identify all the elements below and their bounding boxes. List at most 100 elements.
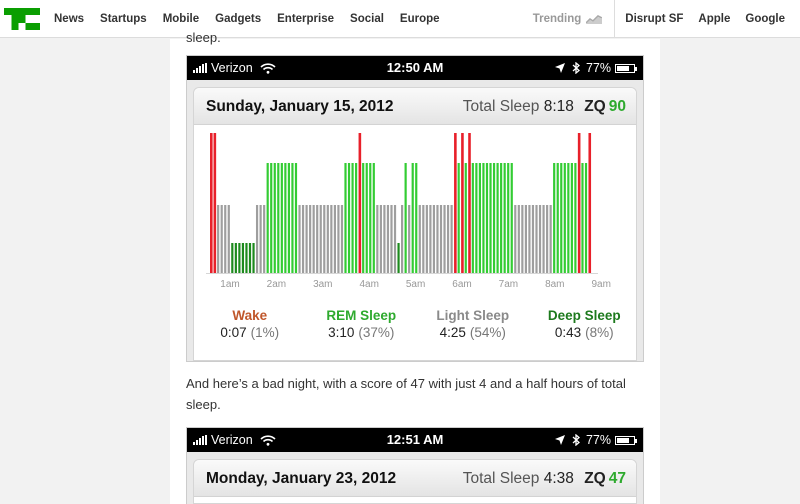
sleep-bar-rem <box>464 163 467 273</box>
legend-wake: Wake 0:07 (1%) <box>194 308 306 340</box>
sleep-bar-wake <box>577 133 581 273</box>
legend-rem: REM Sleep 3:10 (37%) <box>306 308 418 340</box>
article-text-fragment: sleep. <box>186 30 221 45</box>
sleep-bar-rem <box>270 163 273 273</box>
legend-wake-pct: (1%) <box>250 325 280 340</box>
top-nav: News Startups Mobile Gadgets Enterprise … <box>0 0 800 38</box>
sleep-bar-light <box>422 205 425 273</box>
zq-label: ZQ <box>584 470 606 487</box>
sleep-bar-light <box>340 205 344 273</box>
sleep-bar-light <box>298 205 301 273</box>
techcrunch-logo[interactable] <box>2 0 42 38</box>
sleep-bar-light <box>323 205 326 273</box>
location-arrow-icon <box>554 435 565 445</box>
sleep-card-header: Sunday, January 15, 2012 Total Sleep 8:1… <box>194 88 636 125</box>
sleep-bar-light <box>436 205 439 273</box>
legend-light-pct: (54%) <box>469 325 506 340</box>
legend-light-time: 4:25 <box>439 325 466 340</box>
trending-toggle[interactable]: Trending <box>533 0 616 38</box>
x-tick-label: 7am <box>499 279 518 290</box>
sleep-bar-light <box>376 205 379 273</box>
sleep-bar-rem <box>489 163 492 273</box>
sleep-bar-rem <box>482 163 485 273</box>
sleep-bar-light <box>312 205 315 273</box>
legend-wake-name: Wake <box>232 308 268 323</box>
total-sleep-label: Total Sleep <box>462 470 540 487</box>
trending-link-disrupt-sf[interactable]: Disrupt SF <box>625 13 683 25</box>
sleep-bar-light <box>386 205 390 273</box>
nav-link-enterprise[interactable]: Enterprise <box>277 13 334 25</box>
sleep-bar-light <box>224 205 227 273</box>
sleep-summary: Total Sleep 8:18 ZQ 90 <box>463 88 626 125</box>
legend-deep-pct: (8%) <box>585 325 614 340</box>
nav-link-gadgets[interactable]: Gadgets <box>215 13 261 25</box>
sleep-bar-light <box>546 205 549 273</box>
sleep-bar-light <box>309 205 312 273</box>
sleep-bar-rem <box>355 163 358 273</box>
battery-percent: 77% <box>585 433 611 447</box>
sleep-bar-wake <box>213 133 217 273</box>
nav-link-startups[interactable]: Startups <box>100 13 147 25</box>
sleep-bar-rem <box>273 163 276 273</box>
x-tick-label: 4am <box>359 279 378 290</box>
sleep-bar-light <box>333 205 336 273</box>
sleep-bar-rem <box>344 163 347 273</box>
x-tick-label: 3am <box>313 279 332 290</box>
sleep-bar-light <box>408 205 411 273</box>
trending-link-google[interactable]: Google <box>745 13 785 25</box>
sleep-bar-rem <box>411 163 414 273</box>
x-tick-label: 1am <box>220 279 239 290</box>
nav-link-mobile[interactable]: Mobile <box>163 13 199 25</box>
legend-light: Light Sleep 4:25 (54%) <box>417 308 529 340</box>
sleep-bar-deep <box>234 243 237 273</box>
sleep-bar-deep <box>238 243 241 273</box>
sleep-bar-rem <box>347 163 351 273</box>
legend-light-name: Light Sleep <box>436 308 510 323</box>
nav-link-europe[interactable]: Europe <box>400 13 440 25</box>
sleep-bar-light <box>535 205 538 273</box>
sleep-bar-light <box>429 205 432 273</box>
sleep-bar-light <box>259 205 262 273</box>
sleep-bar-light <box>531 205 535 273</box>
sleep-bar-rem <box>500 163 503 273</box>
sleep-bar-light <box>450 205 453 273</box>
sleep-bar-light <box>379 205 382 273</box>
sleep-bar-light <box>443 205 446 273</box>
sleep-bar-rem <box>475 163 478 273</box>
sleep-bar-deep <box>248 243 252 273</box>
sleep-bar-light <box>337 205 340 273</box>
sleep-card: Sunday, January 15, 2012 Total Sleep 8:1… <box>193 87 637 361</box>
sleep-bar-rem <box>560 163 563 273</box>
sleep-bar-rem <box>404 163 407 273</box>
status-bar: Verizon 12:50 AM 77% <box>187 56 643 80</box>
zq-score: 90 <box>608 98 626 115</box>
sleep-bar-rem <box>457 163 460 273</box>
zq-score: 47 <box>608 470 626 487</box>
sleep-bar-light <box>301 205 305 273</box>
article-paragraph: And here’s a bad night, with a score of … <box>186 376 626 412</box>
legend-wake-time: 0:07 <box>220 325 247 340</box>
sleep-bar-rem <box>553 163 556 273</box>
x-tick-label: 5am <box>406 279 425 290</box>
sleep-bar-wake <box>454 133 457 273</box>
sleep-bar-deep <box>252 243 255 273</box>
nav-link-social[interactable]: Social <box>350 13 384 25</box>
sleep-date: Sunday, January 15, 2012 <box>206 98 394 115</box>
battery-icon <box>615 435 637 445</box>
sleep-screenshot-2[interactable]: Verizon 12:51 AM 77% Monday, January 23,… <box>186 427 644 504</box>
sleep-bar-rem <box>291 163 294 273</box>
legend-deep: Deep Sleep 0:43 (8%) <box>529 308 641 340</box>
battery-icon <box>615 63 637 73</box>
nav-link-news[interactable]: News <box>54 13 84 25</box>
sleep-bar-deep <box>231 243 234 273</box>
sleep-date: Monday, January 23, 2012 <box>206 470 397 487</box>
sleep-bar-rem <box>574 163 577 273</box>
sleep-bar-light <box>517 205 520 273</box>
sleep-screenshot-1[interactable]: Verizon 12:50 AM 77% Sunday, January 15,… <box>186 55 644 362</box>
sleep-hypnogram: 1am 2am 3am 4am 5am 6am 7am 8am 9am <box>194 125 640 295</box>
sleep-bar-rem <box>266 163 269 273</box>
trending-link-apple[interactable]: Apple <box>698 13 730 25</box>
location-arrow-icon <box>554 63 565 73</box>
sleep-bar-deep <box>245 243 248 273</box>
x-tick-label: 2am <box>267 279 286 290</box>
